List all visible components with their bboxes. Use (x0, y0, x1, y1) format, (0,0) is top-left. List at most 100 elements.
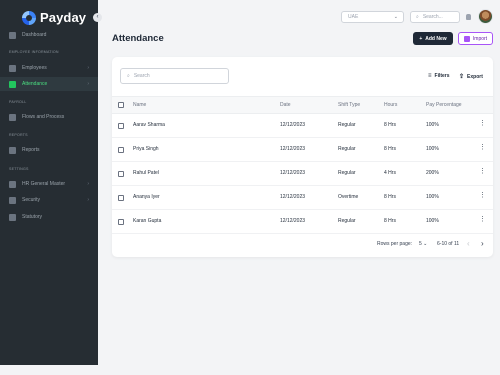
search-icon: ⌕ (416, 14, 419, 20)
global-search-input[interactable]: ⌕ Search... (410, 11, 460, 23)
cell-date: 12/12/2023 (280, 194, 306, 200)
sidebar-item-label: Security (22, 197, 41, 203)
sidebar-item-label: Reports (22, 147, 40, 153)
row-checkbox[interactable] (118, 171, 124, 177)
sidebar-item-label: Statutory (22, 214, 43, 220)
section-label-reports: REPORTS (9, 133, 28, 137)
table-row[interactable]: Ananya Iyer 12/12/2023 Overtime 8 Hrs 10… (112, 186, 493, 210)
cell-shift-type: Regular (338, 146, 356, 152)
cell-shift-type: Overtime (338, 194, 359, 200)
page-title: Attendance (112, 33, 164, 44)
cell-shift-type: Regular (338, 170, 356, 176)
settings-icon (9, 180, 16, 188)
cell-date: 12/12/2023 (280, 122, 306, 128)
sidebar-item-label: Employees (22, 65, 47, 71)
import-icon (463, 35, 470, 42)
sidebar-item-attendance[interactable]: Attendance › (0, 77, 98, 91)
export-label: Export (467, 73, 483, 80)
cell-hours: 8 Hrs (384, 218, 396, 224)
payday-logo-icon (22, 10, 36, 25)
sidebar-item-flows[interactable]: Flows and Process (0, 110, 98, 124)
select-all-checkbox[interactable] (118, 102, 124, 108)
row-menu-icon[interactable]: ⋮ (479, 168, 486, 175)
cell-hours: 8 Hrs (384, 194, 396, 200)
rows-per-page-select[interactable]: 5 ⌄ (419, 241, 427, 247)
cell-pay-percentage: 100% (426, 146, 439, 152)
section-label-settings: SETTINGS (9, 167, 29, 171)
column-header-date: Date (280, 102, 291, 108)
row-menu-icon[interactable]: ⋮ (479, 120, 486, 127)
cell-pay-percentage: 200% (426, 170, 439, 176)
table-row[interactable]: Karan Gupta 12/12/2023 Regular 8 Hrs 100… (112, 210, 493, 234)
column-header-pay-percentage: Pay Percentage (426, 102, 462, 108)
table-row[interactable]: Priya Singh 12/12/2023 Regular 8 Hrs 100… (112, 138, 493, 162)
export-icon: ⇪ (459, 74, 465, 80)
chevron-right-icon: › (87, 65, 89, 71)
cell-pay-percentage: 100% (426, 122, 439, 128)
region-value: UAE (348, 14, 359, 20)
cell-name: Aarav Sharma (133, 122, 165, 128)
cell-shift-type: Regular (338, 122, 356, 128)
sidebar-item-security[interactable]: Security › (0, 193, 98, 207)
row-checkbox[interactable] (118, 195, 124, 201)
previous-page-icon[interactable]: ‹ (467, 239, 470, 248)
table-row[interactable]: Rahul Patel 12/12/2023 Regular 4 Hrs 200… (112, 162, 493, 186)
plus-icon: + (419, 35, 423, 42)
cell-shift-type: Regular (338, 218, 356, 224)
add-new-button[interactable]: + Add New (413, 32, 453, 45)
sidebar-item-employees[interactable]: Employees › (0, 61, 98, 75)
column-header-name: Name (133, 102, 147, 108)
table-row[interactable]: Aarav Sharma 12/12/2023 Regular 8 Hrs 10… (112, 114, 493, 138)
import-button[interactable]: Import (458, 32, 493, 45)
row-menu-icon[interactable]: ⋮ (479, 216, 486, 223)
sidebar-item-dashboard[interactable]: Dashboard (0, 28, 98, 42)
flag-icon (9, 213, 16, 221)
chevron-right-icon: › (87, 81, 89, 87)
shield-icon (9, 196, 16, 204)
chevron-right-icon: › (87, 181, 89, 187)
row-checkbox[interactable] (118, 147, 124, 153)
user-icon (9, 64, 16, 72)
brand-logo[interactable]: Payday (22, 10, 86, 25)
table-header: Name Date Shift Type Hours Pay Percentag… (112, 96, 493, 114)
sidebar-item-label: Attendance (22, 81, 48, 87)
search-icon: ⌕ (127, 73, 130, 79)
cell-name: Karan Gupta (133, 218, 162, 224)
chevron-right-icon: › (87, 197, 89, 203)
filters-label: Filters (434, 73, 450, 79)
row-checkbox[interactable] (118, 219, 124, 225)
collapse-sidebar-button[interactable]: ‹ (93, 13, 102, 22)
chevron-down-icon: ⌄ (423, 241, 428, 247)
notification-bell-icon[interactable] (466, 14, 471, 20)
cell-name: Priya Singh (133, 146, 159, 152)
sidebar-item-hr-general-master[interactable]: HR General Master › (0, 177, 98, 191)
cell-name: Ananya Iyer (133, 194, 160, 200)
filters-button[interactable]: ≡ Filters (428, 73, 450, 79)
row-menu-icon[interactable]: ⋮ (479, 192, 486, 199)
sidebar: Payday Dashboard EMPLOYEE INFORMATION Em… (0, 0, 98, 365)
report-icon (9, 146, 16, 154)
row-menu-icon[interactable]: ⋮ (479, 144, 486, 151)
sidebar-item-label: Dashboard (22, 32, 47, 38)
cell-hours: 8 Hrs (384, 122, 396, 128)
table-search-input[interactable]: ⌕ Search (120, 68, 229, 84)
row-checkbox[interactable] (118, 123, 124, 129)
calendar-icon (9, 80, 16, 88)
sidebar-item-label: HR General Master (22, 181, 66, 187)
avatar[interactable] (478, 9, 493, 24)
region-select[interactable]: UAE ⌄ (341, 11, 404, 23)
rows-per-page-label: Rows per page: (377, 241, 413, 247)
sidebar-item-statutory[interactable]: Statutory (0, 210, 98, 224)
sidebar-item-label: Flows and Process (22, 114, 65, 120)
cell-date: 12/12/2023 (280, 170, 306, 176)
cell-date: 12/12/2023 (280, 146, 306, 152)
grid-icon (9, 31, 16, 39)
sidebar-item-reports[interactable]: Reports (0, 143, 98, 157)
chevron-down-icon: ⌄ (393, 14, 398, 20)
cell-name: Rahul Patel (133, 170, 159, 176)
cell-pay-percentage: 100% (426, 194, 439, 200)
export-button[interactable]: ⇪ Export (459, 73, 483, 81)
next-page-icon[interactable]: › (481, 239, 484, 248)
filter-icon: ≡ (428, 73, 432, 79)
section-label-employee-information: EMPLOYEE INFORMATION (9, 50, 59, 54)
